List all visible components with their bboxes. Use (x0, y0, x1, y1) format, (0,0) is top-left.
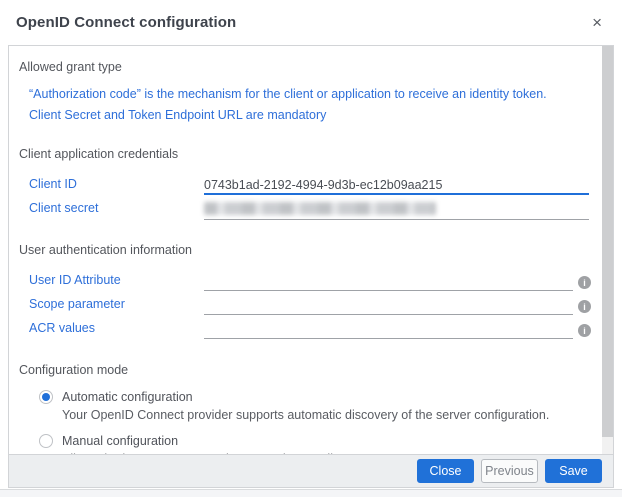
manual-configuration-option: Manual configuration (39, 434, 589, 448)
client-id-input[interactable] (204, 174, 589, 195)
section-allowed-grant-type: Allowed grant type (19, 60, 589, 74)
acr-values-row: ACR values i (29, 318, 589, 341)
client-secret-masked-value[interactable] (204, 202, 436, 215)
dialog-content: Allowed grant type “Authorization code” … (9, 46, 613, 454)
dialog-body-frame: Allowed grant type “Authorization code” … (8, 45, 614, 488)
info-icon[interactable]: i (578, 276, 591, 289)
close-icon[interactable]: × (588, 12, 606, 33)
manual-configuration-label[interactable]: Manual configuration (62, 434, 178, 448)
manual-configuration-description: All required parameters must be entered … (62, 452, 589, 454)
grant-info-line-1: “Authorization code” is the mechanism fo… (29, 87, 589, 101)
user-id-attribute-row: User ID Attribute i (29, 270, 589, 293)
grant-info-line-2: Client Secret and Token Endpoint URL are… (29, 108, 589, 122)
section-user-auth: User authentication information (19, 243, 589, 257)
section-configuration-mode: Configuration mode (19, 363, 589, 377)
scope-parameter-input[interactable] (204, 294, 573, 315)
client-id-row: Client ID (29, 174, 589, 197)
client-secret-row: Client secret (29, 198, 589, 221)
client-id-label: Client ID (29, 174, 204, 191)
close-button[interactable]: Close (417, 459, 474, 483)
scrollbar-thumb[interactable] (602, 46, 613, 437)
previous-button[interactable]: Previous (481, 459, 538, 483)
radio-automatic-configuration[interactable] (39, 390, 53, 404)
acr-values-label: ACR values (29, 318, 204, 335)
openid-connect-dialog: OpenID Connect configuration × Allowed g… (0, 0, 622, 490)
radio-manual-configuration[interactable] (39, 434, 53, 448)
client-secret-label: Client secret (29, 198, 204, 215)
save-button[interactable]: Save (545, 459, 602, 483)
user-id-attribute-label: User ID Attribute (29, 270, 204, 287)
dialog-titlebar: OpenID Connect configuration × (0, 0, 622, 45)
user-id-attribute-input[interactable] (204, 270, 573, 291)
automatic-configuration-label[interactable]: Automatic configuration (62, 390, 193, 404)
dialog-footer: Close Previous Save (9, 454, 613, 487)
vertical-scrollbar[interactable] (602, 46, 613, 454)
info-icon[interactable]: i (578, 300, 591, 313)
automatic-configuration-option: Automatic configuration (39, 390, 589, 404)
section-client-credentials: Client application credentials (19, 147, 589, 161)
scope-parameter-label: Scope parameter (29, 294, 204, 311)
acr-values-input[interactable] (204, 318, 573, 339)
info-icon[interactable]: i (578, 324, 591, 337)
dialog-title: OpenID Connect configuration (16, 14, 236, 31)
scope-parameter-row: Scope parameter i (29, 294, 589, 317)
automatic-configuration-description: Your OpenID Connect provider supports au… (62, 408, 589, 422)
